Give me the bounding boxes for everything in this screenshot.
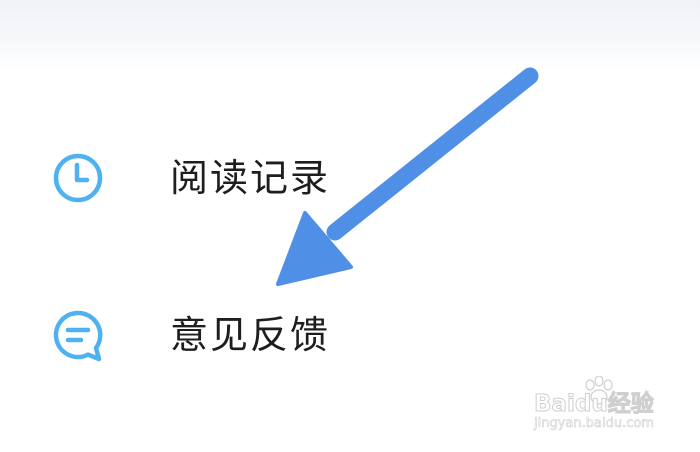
clock-icon (50, 150, 106, 206)
chat-bubble-icon (50, 307, 106, 363)
baidu-jingyan-watermark: Baidu经验 jingyan.baidu.com (534, 376, 664, 438)
menu-item-label: 意见反馈 (170, 313, 331, 357)
watermark-brand-text: Baidu经验 (534, 391, 655, 418)
menu-item-reading-history[interactable]: 阅读记录 (0, 128, 700, 228)
watermark-url-text: jingyan.baidu.com (534, 416, 655, 432)
top-fade-background (0, 0, 700, 70)
menu-item-label: 阅读记录 (170, 156, 331, 200)
menu-item-feedback[interactable]: 意见反馈 (0, 285, 700, 385)
